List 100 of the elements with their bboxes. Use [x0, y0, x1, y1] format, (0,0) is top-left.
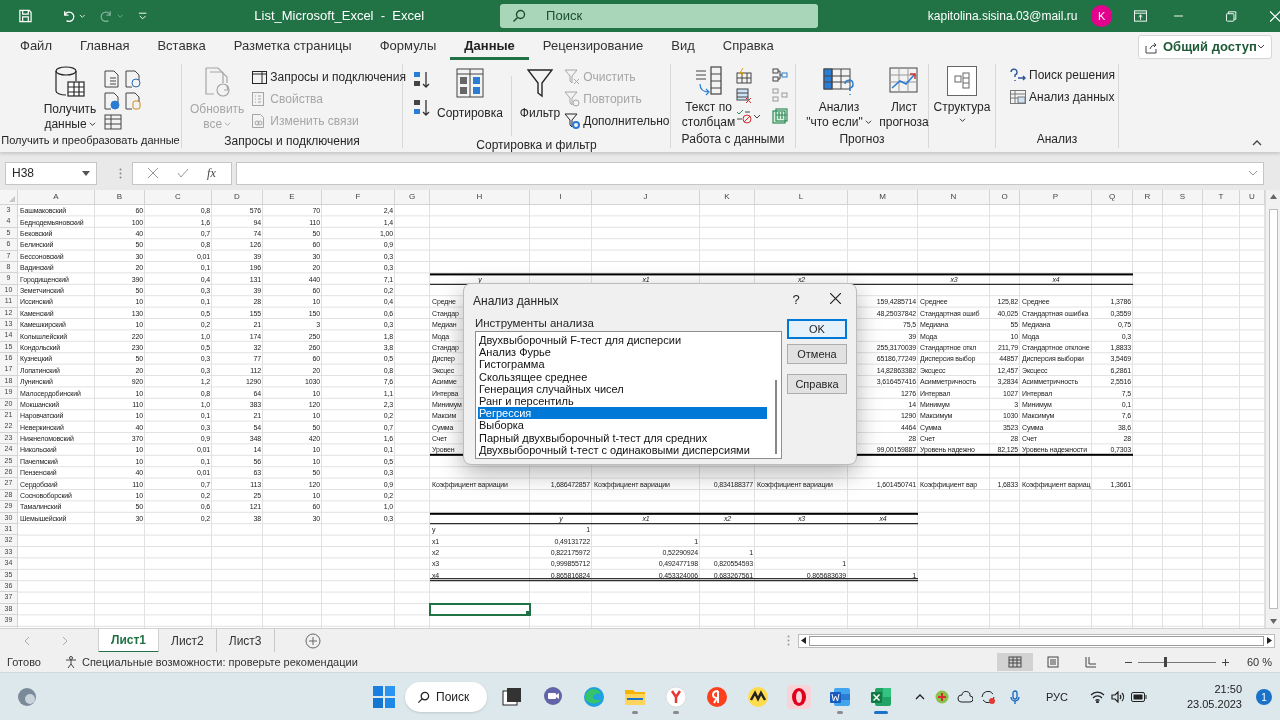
ribbon-display-icon[interactable]	[1134, 10, 1148, 22]
relationships-icon[interactable]	[771, 68, 788, 82]
scroll-right-icon[interactable]	[1266, 637, 1272, 644]
expand-icon[interactable]	[1249, 170, 1257, 176]
browser-icon[interactable]	[664, 685, 688, 709]
collapse-ribbon-icon[interactable]	[1252, 140, 1262, 146]
get-data-button[interactable]: Получить данные	[40, 66, 100, 132]
column-header[interactable]: J	[592, 190, 700, 205]
text-file-icon[interactable]	[104, 70, 120, 88]
microphone-icon[interactable]	[1009, 689, 1020, 705]
start-icon[interactable]	[372, 685, 396, 709]
restore-icon[interactable]	[1226, 10, 1237, 22]
name-box[interactable]: H38	[5, 161, 97, 185]
column-header[interactable]: T	[1203, 190, 1240, 205]
column-header[interactable]: N	[918, 190, 990, 205]
scrollbar-thumb[interactable]	[808, 635, 1264, 646]
column-header[interactable]: A	[18, 190, 95, 205]
column-header[interactable]: B	[95, 190, 145, 205]
data-validation-icon[interactable]	[736, 108, 761, 124]
list-item[interactable]: Генерация случайных чисел	[478, 382, 767, 395]
list-item[interactable]: Гистограмма	[478, 358, 767, 371]
account-name[interactable]: kapitolina.sisina.03@mail.ru	[927, 7, 1078, 25]
minimize-icon[interactable]	[1174, 15, 1184, 17]
app-logo-icon[interactable]	[705, 685, 729, 709]
text-to-columns-button[interactable]: Текст по столбцам	[681, 66, 737, 130]
list-item[interactable]: Скользящее среднее	[478, 370, 767, 383]
speaker-icon[interactable]	[1110, 691, 1125, 703]
opera-icon[interactable]	[787, 685, 811, 709]
queries-button[interactable]: Запросы и подключения	[252, 68, 406, 86]
database-file-icon[interactable]	[125, 92, 141, 110]
list-item[interactable]: Регрессия	[478, 407, 767, 420]
insert-function-button[interactable]: fx	[207, 164, 216, 182]
list-item[interactable]: Ранг и персентиль	[478, 394, 767, 408]
spreadsheet-app-icon[interactable]	[869, 685, 893, 709]
menu-tab[interactable]: Рецензирование	[528, 32, 658, 60]
cloud-icon[interactable]	[956, 691, 973, 703]
scroll-up-icon[interactable]	[1269, 194, 1277, 199]
menu-tab[interactable]: Справка	[708, 32, 788, 60]
menu-tab[interactable]: Файл	[6, 32, 66, 60]
dialog-button[interactable]: OK	[787, 319, 847, 339]
column-header[interactable]: M	[848, 190, 918, 205]
column-header[interactable]: K	[700, 190, 755, 205]
list-item[interactable]: Двухвыборочный t-тест с одинаковыми дисперсиями	[478, 443, 767, 456]
zoom-slider[interactable]	[1137, 657, 1216, 667]
cancel-icon[interactable]	[148, 168, 159, 178]
forecast-sheet-button[interactable]: Лист прогноза	[880, 66, 928, 130]
wifi-icon[interactable]	[1089, 691, 1105, 703]
zoom-level[interactable]: 60 %	[1246, 653, 1272, 671]
column-header[interactable]: S	[1163, 190, 1203, 205]
menu-tab[interactable]: Формулы	[365, 32, 451, 60]
browser-wave-icon[interactable]	[582, 685, 606, 709]
outline-button[interactable]: Структура	[933, 66, 991, 124]
enter-icon[interactable]	[176, 168, 189, 178]
clock-time[interactable]: 21:50	[1214, 682, 1242, 697]
sheet-tab[interactable]: Лист1	[98, 628, 160, 653]
window-stack-icon[interactable]	[500, 685, 524, 709]
clock-file-icon[interactable]	[125, 70, 141, 88]
dialog-button[interactable]: Справка	[787, 374, 847, 394]
menu-tab[interactable]: Разметка страницы	[219, 32, 366, 60]
scrollbar-thumb[interactable]	[1268, 209, 1278, 609]
scroll-left-icon[interactable]	[800, 637, 806, 644]
avatar[interactable]: K	[1091, 5, 1112, 27]
accessibility-button[interactable]: Специальные возможности: проверьте рекомендации	[64, 653, 358, 671]
sort-ascending-icon[interactable]	[413, 70, 431, 90]
column-header[interactable]: D	[212, 190, 263, 205]
column-header[interactable]: Q	[1092, 190, 1133, 205]
list-item[interactable]: Анализ Фурье	[478, 346, 767, 359]
column-header[interactable]: I	[530, 190, 592, 205]
what-if-button[interactable]: Анализ "что если"	[806, 66, 872, 130]
list-item[interactable]: Парный двухвыборочный t-тест для средних	[478, 431, 767, 444]
web-file-icon[interactable]	[104, 92, 120, 110]
notification-badge[interactable]: 1	[1256, 689, 1272, 705]
battery-icon[interactable]	[1130, 692, 1147, 702]
dialog-button[interactable]: Отмена	[787, 344, 847, 364]
sync-icon[interactable]	[979, 689, 996, 705]
column-header[interactable]: P	[1020, 190, 1092, 205]
weather-icon[interactable]	[17, 686, 37, 707]
vertical-scrollbar[interactable]	[1265, 190, 1280, 628]
document-app-icon[interactable]	[828, 685, 852, 709]
caret-icon[interactable]	[78, 12, 86, 20]
share-button[interactable]: Общий доступ	[1138, 35, 1272, 59]
plus-badge-icon[interactable]	[934, 690, 949, 704]
menu-tab[interactable]: Вставка	[143, 32, 220, 60]
filter-button[interactable]: Фильтр	[519, 66, 561, 121]
taskbar-search[interactable]: Поиск	[405, 682, 487, 712]
data-analysis-button[interactable]: Анализ данных	[1010, 88, 1118, 106]
data-model-icon[interactable]	[771, 108, 788, 124]
horizontal-scrollbar[interactable]	[797, 633, 1275, 648]
music-app-icon[interactable]	[746, 685, 770, 709]
flash-fill-icon[interactable]	[736, 68, 753, 84]
save-icon[interactable]	[18, 8, 33, 24]
customize-icon[interactable]	[137, 11, 148, 21]
column-header[interactable]: C	[145, 190, 212, 205]
advanced-button[interactable]: Дополнительно	[564, 112, 670, 130]
formula-input[interactable]	[236, 161, 1264, 185]
clock-date[interactable]: 23.05.2023	[1186, 697, 1242, 712]
sort-descending-icon[interactable]	[413, 98, 431, 118]
chevron-up-icon[interactable]	[914, 694, 925, 700]
column-header[interactable]: U	[1240, 190, 1265, 205]
column-header[interactable]: O	[990, 190, 1020, 205]
